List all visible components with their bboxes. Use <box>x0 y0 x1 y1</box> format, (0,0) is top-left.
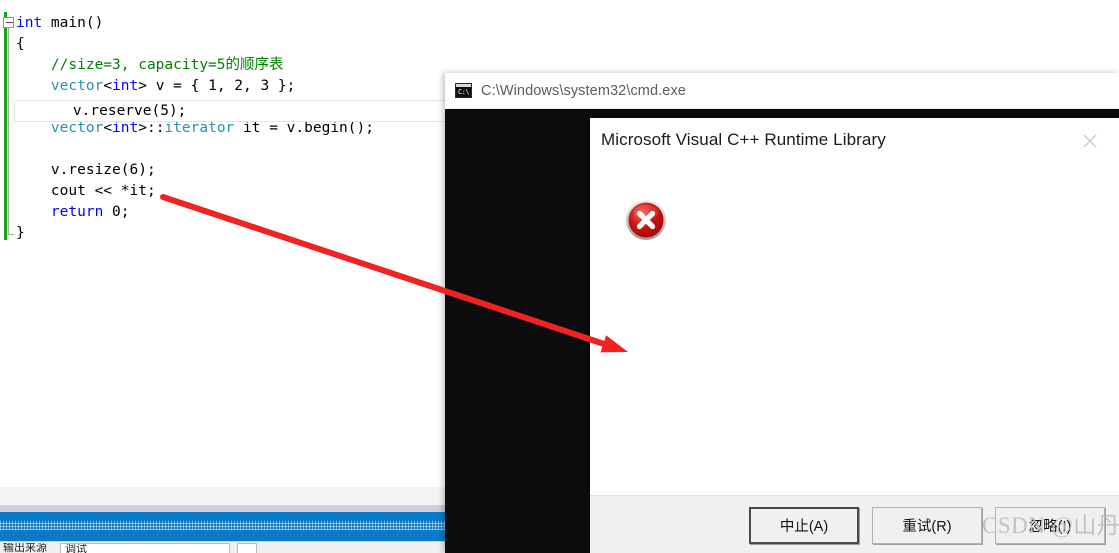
code-token: 0; <box>103 204 130 220</box>
code-token: iterator <box>164 120 235 136</box>
code-token: vector <box>50 78 104 94</box>
code-token: int <box>112 120 139 136</box>
collapse-outline-icon[interactable] <box>3 17 14 28</box>
code-token: it = v.begin(); <box>234 120 374 136</box>
output-source-select[interactable]: 调试 <box>60 543 230 553</box>
retry-button[interactable]: 重试(R) <box>872 506 982 544</box>
runtime-error-dialog[interactable]: Microsoft Visual C++ Runtime Library Deb… <box>590 118 1119 553</box>
code-line-11: } <box>16 223 374 244</box>
code-token: int <box>112 78 139 94</box>
outline-guide-line <box>8 28 9 235</box>
dialog-title-bar: Microsoft Visual C++ Runtime Library <box>590 118 1119 164</box>
current-line-text: v.reserve(5); <box>38 103 187 119</box>
output-toolbar-button[interactable] <box>237 543 257 553</box>
code-line-10: return 0; <box>16 202 374 223</box>
change-indicator-bar <box>4 12 7 240</box>
outline-guide-foot <box>8 234 14 235</box>
error-circle-icon <box>625 199 667 241</box>
button-label: 重试(R) <box>902 518 952 535</box>
source-code[interactable]: int main() { //size=3, capacity=5的顺序表 vec… <box>16 13 374 244</box>
code-token: main() <box>42 15 104 31</box>
close-icon[interactable] <box>1071 128 1111 154</box>
code-token: cout << *it; <box>16 183 156 199</box>
code-token: vector <box>50 120 104 136</box>
code-line-8: v.resize(6); <box>16 160 374 181</box>
code-token: //size=3, capacity=5的顺序表 <box>16 57 284 73</box>
cmd-title-text: C:\Windows\system32\cmd.exe <box>481 82 686 99</box>
code-line-3: //size=3, capacity=5的顺序表 <box>16 55 374 76</box>
code-line-1: int main() <box>16 13 374 34</box>
output-source-label: 输出来源 <box>3 543 47 553</box>
code-token: < <box>103 120 113 136</box>
csdn-watermark: CSDN @山丹 <box>982 513 1119 538</box>
code-line-9: cout << *it; <box>16 181 374 202</box>
code-token: v.resize(6); <box>16 162 156 178</box>
code-token: int <box>16 15 43 31</box>
cmd-icon: C:\ <box>455 83 472 98</box>
abort-button[interactable]: 中止(A) <box>749 506 859 544</box>
cmd-title-bar[interactable]: C:\ C:\Windows\system32\cmd.exe <box>445 73 1119 109</box>
code-line-4: vector<int> v = { 1, 2, 3 }; <box>16 76 374 97</box>
code-token: } <box>16 225 25 241</box>
code-line-2: { <box>16 34 374 55</box>
button-label: 中止(A) <box>779 518 829 535</box>
cmd-icon-text: C:\ <box>458 88 470 96</box>
dialog-title: Microsoft Visual C++ Runtime Library <box>601 130 886 149</box>
screen-root: int main() { //size=3, capacity=5的顺序表 vec… <box>0 0 1119 553</box>
code-token: < <box>103 78 113 94</box>
code-token: >:: <box>138 120 165 136</box>
code-token: return <box>50 204 104 220</box>
code-token: > v = { 1, 2, 3 }; <box>138 78 296 94</box>
code-token: { <box>16 36 25 52</box>
